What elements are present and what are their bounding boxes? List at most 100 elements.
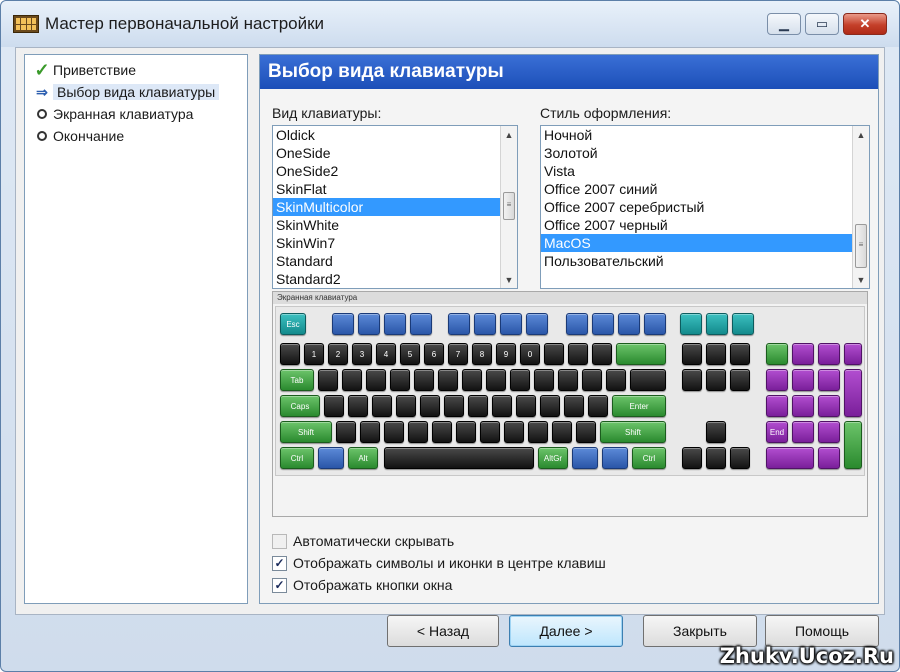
window-title: Мастер первоначальной настройки	[45, 14, 325, 33]
keyboard-type-list[interactable]: Oldick OneSide OneSide2 SkinFlat SkinMul…	[272, 125, 518, 289]
key	[420, 395, 440, 417]
key	[456, 421, 476, 443]
show-window-buttons-checkbox[interactable]: ✓	[272, 577, 287, 593]
key	[766, 343, 788, 365]
back-button[interactable]: < Назад	[387, 615, 499, 647]
key: Ctrl	[280, 447, 314, 469]
key	[492, 395, 512, 417]
keyboard-preview-body: Esc 1 2 3 4 5 6 7 8 9 0 Tab Caps Enter S…	[275, 306, 865, 476]
list-item[interactable]: SkinWin7	[273, 234, 517, 252]
key	[566, 313, 588, 335]
close-window-button[interactable]: ✕	[843, 13, 887, 35]
title-bar[interactable]: Мастер первоначальной настройки ▁ ▭ ✕	[1, 1, 899, 47]
minimize-button[interactable]: ▁	[767, 13, 801, 35]
key	[766, 369, 788, 391]
style-list[interactable]: Ночной Золотой Vista Office 2007 синий O…	[540, 125, 870, 289]
list-item[interactable]: OneSide	[273, 144, 517, 162]
key	[396, 395, 416, 417]
list-item[interactable]: Office 2007 черный	[541, 216, 869, 234]
key: Caps	[280, 395, 320, 417]
key	[792, 343, 814, 365]
list-item[interactable]: Oldick	[273, 126, 517, 144]
list-item[interactable]: Vista	[541, 162, 869, 180]
key: Tab	[280, 369, 314, 391]
key	[516, 395, 536, 417]
watermark: Zhukv.Ucoz.Ru	[719, 644, 894, 668]
key	[384, 447, 534, 469]
step-label: Окончание	[53, 128, 125, 144]
scroll-down-icon[interactable]: ▼	[853, 271, 869, 288]
key	[558, 369, 578, 391]
key: 9	[496, 343, 516, 365]
keyboard-preview: Экранная клавиатура Esc 1 2 3 4 5 6 7 8 …	[272, 291, 868, 517]
show-symbols-checkbox-row[interactable]: ✓ Отображать символы и иконки в центре к…	[272, 553, 606, 573]
key: 3	[352, 343, 372, 365]
list-item-selected[interactable]: MacOS	[541, 234, 869, 252]
list-item[interactable]: Золотой	[541, 144, 869, 162]
list-item[interactable]: SkinWhite	[273, 216, 517, 234]
maximize-button[interactable]: ▭	[805, 13, 839, 35]
scroll-thumb[interactable]: ≡	[503, 192, 515, 220]
scroll-thumb[interactable]: ≡	[855, 224, 867, 268]
auto-hide-checkbox-row[interactable]: Автоматически скрывать	[272, 531, 454, 551]
key	[844, 421, 862, 469]
key	[706, 369, 726, 391]
key: 1	[304, 343, 324, 365]
scroll-up-icon[interactable]: ▲	[853, 126, 869, 143]
key	[318, 369, 338, 391]
key	[332, 313, 354, 335]
key	[618, 313, 640, 335]
key	[280, 343, 300, 365]
key	[582, 369, 602, 391]
list-item-selected[interactable]: SkinMulticolor	[273, 198, 517, 216]
keyboard-list-scrollbar[interactable]: ▲ ≡ ▼	[500, 126, 517, 288]
scroll-up-icon[interactable]: ▲	[501, 126, 517, 143]
key: 6	[424, 343, 444, 365]
scroll-down-icon[interactable]: ▼	[501, 271, 517, 288]
key	[818, 343, 840, 365]
next-button[interactable]: Далее >	[509, 615, 623, 647]
key	[390, 369, 410, 391]
auto-hide-checkbox[interactable]	[272, 533, 287, 549]
key: 4	[376, 343, 396, 365]
list-item[interactable]: SkinFlat	[273, 180, 517, 198]
key	[572, 447, 598, 469]
show-window-buttons-checkbox-row[interactable]: ✓ Отображать кнопки окна	[272, 575, 452, 595]
key	[576, 421, 596, 443]
key	[342, 369, 362, 391]
list-item[interactable]: Ночной	[541, 126, 869, 144]
key	[766, 447, 814, 469]
list-item[interactable]: Standard	[273, 252, 517, 270]
auto-hide-label: Автоматически скрывать	[293, 533, 455, 549]
key	[792, 395, 814, 417]
key: 7	[448, 343, 468, 365]
list-item[interactable]: Office 2007 синий	[541, 180, 869, 198]
step-keyboard-type: ⇒ Выбор вида клавиатуры	[25, 81, 247, 103]
key	[730, 369, 750, 391]
style-list-scrollbar[interactable]: ▲ ≡ ▼	[852, 126, 869, 288]
key: 2	[328, 343, 348, 365]
key	[410, 313, 432, 335]
list-item[interactable]: Пользовательский	[541, 252, 869, 270]
close-button[interactable]: Закрыть	[643, 615, 757, 647]
list-item[interactable]: Office 2007 серебристый	[541, 198, 869, 216]
key	[706, 313, 728, 335]
key	[372, 395, 392, 417]
key	[448, 313, 470, 335]
step-onscreen-keyboard: Экранная клавиатура	[25, 103, 247, 125]
key: 8	[472, 343, 492, 365]
help-button[interactable]: Помощь	[765, 615, 879, 647]
key	[644, 313, 666, 335]
key	[818, 395, 840, 417]
key	[792, 421, 814, 443]
list-item[interactable]: OneSide2	[273, 162, 517, 180]
key	[444, 395, 464, 417]
list-item[interactable]: Standard2	[273, 270, 517, 288]
key	[844, 343, 862, 365]
show-symbols-checkbox[interactable]: ✓	[272, 555, 287, 571]
key	[474, 313, 496, 335]
key	[606, 369, 626, 391]
key	[526, 313, 548, 335]
step-label: Выбор вида клавиатуры	[53, 84, 220, 100]
key	[552, 421, 572, 443]
